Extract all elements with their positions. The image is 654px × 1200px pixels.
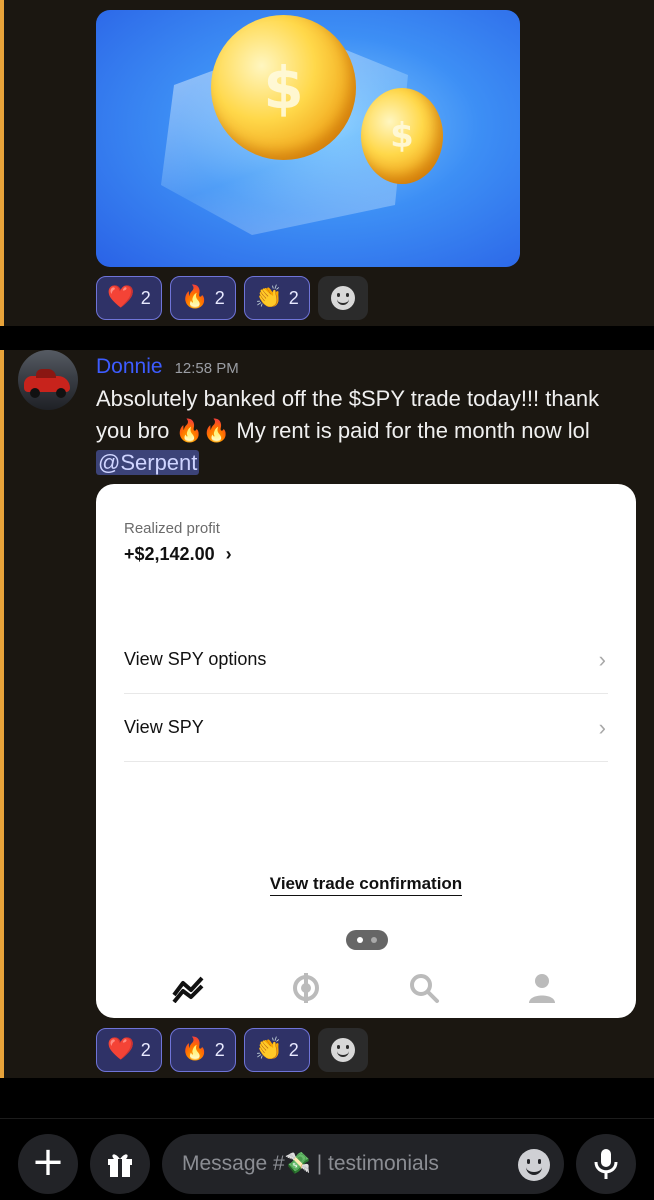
view-trade-confirmation-link[interactable]: View trade confirmation — [269, 874, 463, 896]
coin-small-graphic: $ — [361, 88, 443, 184]
add-reaction-button[interactable] — [318, 1028, 368, 1072]
chat-area: $ $ ❤️ 2 🔥 2 👏 2 Donnie 12:58 PM Absolut… — [0, 0, 654, 1078]
message-image-coins[interactable]: $ $ — [96, 10, 520, 267]
trade-confirmation: View trade confirmation — [96, 874, 636, 896]
message-header: Donnie 12:58 PM — [96, 355, 239, 379]
reaction-count: 2 — [140, 1039, 151, 1060]
reaction-count: 2 — [288, 1039, 299, 1060]
search-icon — [410, 974, 439, 1003]
reactions-bar: ❤️ 2 🔥 2 👏 2 — [96, 276, 368, 320]
timestamp: 12:58 PM — [174, 360, 239, 377]
add-reaction-button[interactable] — [318, 276, 368, 320]
message-separator — [0, 326, 654, 350]
view-spy-row[interactable]: View SPY › — [124, 694, 608, 762]
coin-large-graphic: $ — [211, 15, 356, 160]
attachment-tabbar — [96, 968, 636, 1018]
smiley-icon — [331, 1038, 355, 1062]
tab-search[interactable] — [404, 968, 444, 1008]
smiley-icon — [331, 286, 355, 310]
author-name[interactable]: Donnie — [96, 355, 163, 379]
page-indicator — [346, 930, 388, 950]
highlight-bar — [0, 0, 4, 326]
message-input[interactable]: Message #💸 | testimonials — [162, 1134, 564, 1194]
realized-profit-value[interactable]: +$2,142.00 › — [124, 544, 232, 565]
row-label: View SPY options — [124, 649, 267, 669]
profit-amount: +$2,142.00 — [124, 544, 215, 564]
page-dot-active — [357, 937, 363, 943]
highlight-bar — [0, 350, 4, 1078]
tab-account[interactable] — [522, 968, 562, 1008]
tab-investing[interactable] — [168, 968, 208, 1008]
attachment-screenshot[interactable]: Realized profit +$2,142.00 › View SPY op… — [96, 484, 636, 1018]
gift-button[interactable] — [90, 1134, 150, 1194]
chevron-right-icon: › — [225, 544, 232, 564]
add-attachment-button[interactable]: + — [18, 1134, 78, 1194]
heart-emoji: ❤️ — [107, 1037, 135, 1062]
reactions-bar: ❤️ 2 🔥 2 👏 2 — [96, 1028, 368, 1072]
user-mention[interactable]: @Serpent — [96, 450, 200, 475]
view-spy-options-row[interactable]: View SPY options › — [124, 626, 608, 694]
fire-emoji: 🔥 — [181, 1037, 209, 1062]
reaction-count: 2 — [214, 287, 225, 308]
clap-emoji: 👏 — [255, 285, 283, 310]
chevron-right-icon: › — [598, 646, 606, 672]
reaction-fire[interactable]: 🔥 2 — [170, 1028, 236, 1072]
clap-emoji: 👏 — [255, 1037, 283, 1062]
reaction-heart[interactable]: ❤️ 2 — [96, 276, 162, 320]
wheel-graphic — [30, 388, 40, 398]
chart-icon — [172, 976, 204, 1003]
coin-symbol: $ — [263, 53, 304, 122]
reaction-count: 2 — [288, 287, 299, 308]
avatar[interactable] — [18, 350, 78, 410]
crypto-icon — [293, 973, 319, 1003]
reaction-count: 2 — [214, 1039, 225, 1060]
fire-emoji: 🔥 — [181, 285, 209, 310]
person-icon — [529, 974, 555, 1003]
chevron-right-icon: › — [598, 714, 606, 740]
reaction-fire[interactable]: 🔥 2 — [170, 276, 236, 320]
message-placeholder: Message #💸 | testimonials — [182, 1152, 439, 1175]
message-composer: + Message #💸 | testimonials — [0, 1120, 654, 1200]
page-dot — [371, 937, 377, 943]
gift-icon — [108, 1154, 132, 1177]
heart-emoji: ❤️ — [107, 285, 135, 310]
tab-crypto[interactable] — [286, 968, 326, 1008]
reaction-count: 2 — [140, 287, 151, 308]
composer-divider — [0, 1118, 654, 1119]
reaction-clap[interactable]: 👏 2 — [244, 1028, 310, 1072]
message-text: Absolutely banked off the $SPY trade tod… — [96, 383, 636, 479]
microphone-icon — [594, 1149, 618, 1179]
message-body: Absolutely banked off the $SPY trade tod… — [96, 386, 600, 443]
reaction-clap[interactable]: 👏 2 — [244, 276, 310, 320]
row-label: View SPY — [124, 717, 204, 737]
coin-symbol: $ — [390, 116, 414, 156]
wheel-graphic — [56, 388, 66, 398]
realized-profit-label: Realized profit — [124, 520, 220, 537]
reaction-heart[interactable]: ❤️ 2 — [96, 1028, 162, 1072]
emoji-picker-icon[interactable] — [518, 1149, 550, 1181]
plus-icon: + — [31, 1139, 65, 1185]
voice-message-button[interactable] — [576, 1134, 636, 1194]
